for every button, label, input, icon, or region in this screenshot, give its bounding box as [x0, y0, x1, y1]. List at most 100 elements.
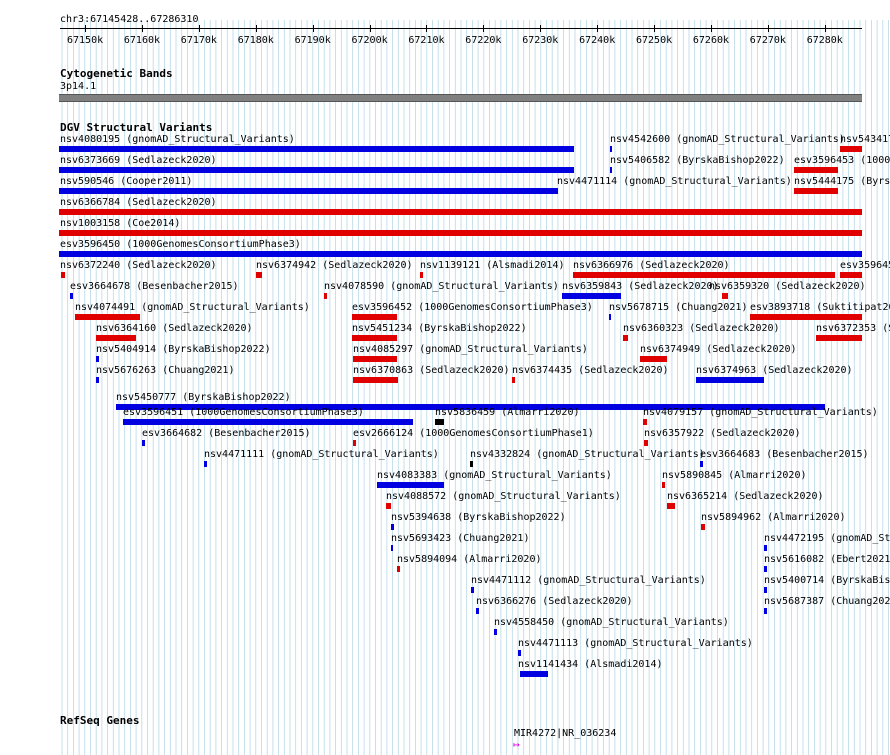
gene-feature-arrow-icon[interactable]: ↦ [513, 739, 520, 750]
dgv-feature-bar[interactable] [764, 587, 767, 593]
dgv-feature-label[interactable]: nsv1003158 (Coe2014) [60, 218, 180, 229]
dgv-feature-label[interactable]: nsv1141434 (Alsmadi2014) [518, 659, 663, 670]
dgv-feature-bar[interactable] [512, 377, 515, 383]
dgv-feature-label[interactable]: nsv4085297 (gnomAD_Structural_Variants) [353, 344, 588, 355]
dgv-feature-label[interactable]: nsv6372353 (Se [816, 323, 890, 334]
dgv-feature-label[interactable]: nsv590546 (Cooper2011) [60, 176, 192, 187]
dgv-feature-bar[interactable] [397, 566, 400, 572]
dgv-feature-label[interactable]: nsv5406582 (ByrskaBishop2022) [610, 155, 785, 166]
dgv-feature-label[interactable]: nsv6374435 (Sedlazeck2020) [512, 365, 669, 376]
dgv-feature-bar[interactable] [420, 272, 423, 278]
dgv-feature-bar[interactable] [696, 377, 764, 383]
gene-label[interactable]: MIR4272|NR_036234 [514, 728, 616, 739]
dgv-feature-bar[interactable] [794, 167, 838, 173]
dgv-feature-label[interactable]: esv359645 [840, 260, 890, 271]
dgv-feature-label[interactable]: nsv1139121 (Alsmadi2014) [420, 260, 565, 271]
dgv-feature-bar[interactable] [816, 335, 862, 341]
dgv-feature-label[interactable]: nsv4471112 (gnomAD_Structural_Variants) [471, 575, 706, 586]
dgv-feature-label[interactable]: nsv5400714 (ByrskaBis [764, 575, 890, 586]
dgv-feature-bar[interactable] [75, 314, 140, 320]
dgv-feature-label[interactable]: esv2666124 (1000GenomesConsortiumPhase1) [353, 428, 594, 439]
dgv-feature-bar[interactable] [722, 293, 728, 299]
dgv-feature-bar[interactable] [494, 629, 497, 635]
dgv-feature-label[interactable]: nsv5616082 (Ebert2021 [764, 554, 890, 565]
dgv-feature-label[interactable]: nsv5693423 (Chuang2021) [391, 533, 529, 544]
dgv-feature-label[interactable]: nsv6359843 (Sedlazeck2020) [562, 281, 719, 292]
dgv-feature-bar[interactable] [96, 356, 99, 362]
refseq-track-title[interactable]: RefSeq Genes [60, 715, 139, 727]
dgv-feature-bar[interactable] [59, 251, 862, 257]
dgv-feature-label[interactable]: nsv4332824 (gnomAD_Structural_Variants) [470, 449, 705, 460]
dgv-feature-bar[interactable] [470, 461, 473, 467]
dgv-feature-label[interactable]: nsv5394638 (ByrskaBishop2022) [391, 512, 566, 523]
dgv-feature-label[interactable]: nsv6374963 (Sedlazeck2020) [696, 365, 853, 376]
dgv-feature-bar[interactable] [96, 377, 99, 383]
dgv-feature-bar[interactable] [59, 230, 862, 236]
dgv-feature-bar[interactable] [386, 503, 391, 509]
dgv-feature-label[interactable]: esv3664683 (Besenbacher2015) [700, 449, 869, 460]
dgv-feature-label[interactable]: nsv6374942 (Sedlazeck2020) [256, 260, 413, 271]
dgv-feature-bar[interactable] [794, 188, 838, 194]
dgv-feature-bar[interactable] [667, 503, 675, 509]
dgv-feature-bar[interactable] [623, 335, 628, 341]
dgv-feature-label[interactable]: nsv5451234 (ByrskaBishop2022) [352, 323, 527, 334]
dgv-feature-label[interactable]: nsv5687387 (Chuang202 [764, 596, 890, 607]
dgv-feature-bar[interactable] [123, 419, 413, 425]
dgv-feature-label[interactable]: nsv5404914 (ByrskaBishop2022) [96, 344, 271, 355]
dgv-feature-bar[interactable] [476, 608, 479, 614]
dgv-feature-bar[interactable] [377, 482, 444, 488]
dgv-feature-bar[interactable] [324, 293, 327, 299]
dgv-feature-label[interactable]: nsv4079157 (gnomAD_Structural_Variants) [643, 407, 878, 418]
dgv-feature-label[interactable]: nsv5678715 (Chuang2021) [609, 302, 747, 313]
dgv-feature-label[interactable]: nsv4083383 (gnomAD_Structural_Variants) [377, 470, 612, 481]
dgv-feature-bar[interactable] [640, 356, 667, 362]
cytoband-track-title[interactable]: Cytogenetic Bands [60, 68, 173, 80]
dgv-feature-bar[interactable] [353, 440, 356, 446]
dgv-feature-bar[interactable] [61, 272, 65, 278]
dgv-feature-label[interactable]: nsv6360323 (Sedlazeck2020) [623, 323, 780, 334]
dgv-feature-label[interactable]: esv3596451 (1000GenomesConsortiumPhase3) [123, 407, 364, 418]
dgv-feature-bar[interactable] [643, 419, 647, 425]
dgv-feature-bar[interactable] [701, 524, 705, 530]
dgv-feature-label[interactable]: esv3596452 (1000GenomesConsortiumPhase3) [352, 302, 593, 313]
dgv-track-title[interactable]: DGV Structural Variants [60, 122, 212, 134]
dgv-feature-label[interactable]: nsv5676263 (Chuang2021) [96, 365, 234, 376]
dgv-feature-label[interactable]: esv3893718 (Suktitipat20 [750, 302, 890, 313]
dgv-feature-label[interactable]: nsv6373669 (Sedlazeck2020) [60, 155, 217, 166]
dgv-feature-bar[interactable] [142, 440, 145, 446]
dgv-feature-bar[interactable] [610, 167, 612, 173]
dgv-feature-bar[interactable] [59, 188, 556, 194]
dgv-feature-bar[interactable] [353, 377, 398, 383]
dgv-feature-label[interactable]: nsv4471113 (gnomAD_Structural_Variants) [518, 638, 753, 649]
dgv-feature-bar[interactable] [840, 146, 862, 152]
dgv-feature-bar[interactable] [573, 272, 835, 278]
dgv-feature-label[interactable]: nsv4558450 (gnomAD_Structural_Variants) [494, 617, 729, 628]
dgv-feature-bar[interactable] [764, 608, 767, 614]
dgv-feature-bar[interactable] [609, 314, 611, 320]
dgv-feature-label[interactable]: nsv4078590 (gnomAD_Structural_Variants) [324, 281, 559, 292]
dgv-feature-label[interactable]: nsv4074491 (gnomAD_Structural_Variants) [75, 302, 310, 313]
dgv-feature-bar[interactable] [764, 545, 767, 551]
dgv-feature-label[interactable]: nsv6372240 (Sedlazeck2020) [60, 260, 217, 271]
dgv-feature-bar[interactable] [750, 314, 862, 320]
dgv-feature-label[interactable]: nsv4471114 (gnomAD_Structural_Variants) [557, 176, 792, 187]
dgv-feature-bar[interactable] [204, 461, 207, 467]
dgv-feature-label[interactable]: esv3596450 (1000GenomesConsortiumPhase3) [60, 239, 301, 250]
dgv-feature-label[interactable]: nsv543417 [840, 134, 890, 145]
dgv-feature-label[interactable]: nsv6366276 (Sedlazeck2020) [476, 596, 633, 607]
dgv-feature-bar[interactable] [520, 671, 548, 677]
dgv-feature-bar[interactable] [471, 587, 474, 593]
dgv-feature-bar[interactable] [662, 482, 665, 488]
dgv-feature-bar[interactable] [435, 419, 444, 425]
dgv-feature-label[interactable]: nsv4472195 (gnomAD_Str [764, 533, 890, 544]
dgv-feature-label[interactable]: nsv5894094 (Almarri2020) [397, 554, 542, 565]
dgv-feature-label[interactable]: nsv5890845 (Almarri2020) [662, 470, 807, 481]
dgv-feature-label[interactable]: nsv6357922 (Sedlazeck2020) [644, 428, 801, 439]
dgv-feature-label[interactable]: nsv4080195 (gnomAD_Structural_Variants) [60, 134, 295, 145]
dgv-feature-label[interactable]: nsv6374949 (Sedlazeck2020) [640, 344, 797, 355]
dgv-feature-label[interactable]: nsv5836459 (Almarri2020) [435, 407, 580, 418]
dgv-feature-label[interactable]: esv3664678 (Besenbacher2015) [70, 281, 239, 292]
dgv-feature-label[interactable]: nsv6364160 (Sedlazeck2020) [96, 323, 253, 334]
dgv-feature-bar[interactable] [391, 524, 394, 530]
dgv-feature-bar[interactable] [96, 335, 136, 341]
